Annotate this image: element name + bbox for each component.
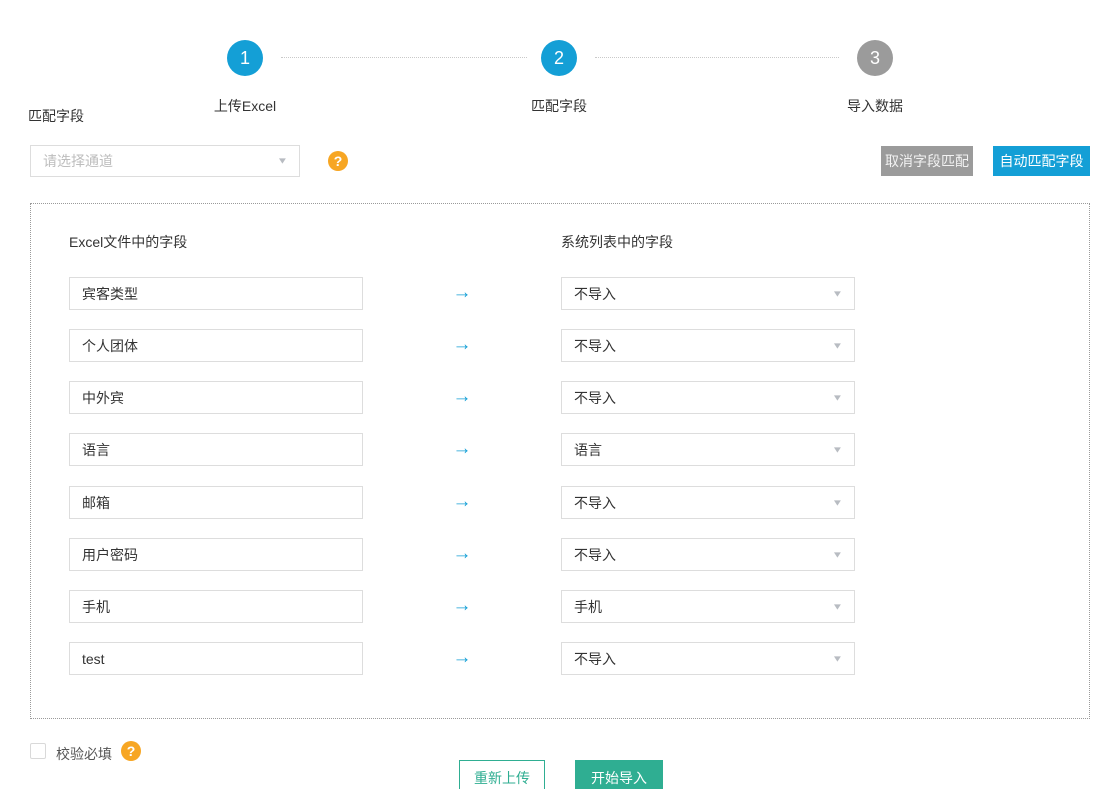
system-field-select[interactable]: 手机 ▼ bbox=[561, 590, 855, 623]
mapping-row: 用户密码 → 不导入 ▼ bbox=[31, 538, 1089, 571]
excel-field-input[interactable]: 邮箱 bbox=[69, 486, 363, 519]
arrow-right-icon: → bbox=[450, 385, 474, 409]
step-connector-2 bbox=[595, 57, 839, 58]
reupload-button[interactable]: 重新上传 bbox=[459, 760, 545, 789]
system-field-value: 不导入 bbox=[574, 493, 616, 513]
start-import-button[interactable]: 开始导入 bbox=[575, 760, 663, 789]
mapping-row: 中外宾 → 不导入 ▼ bbox=[31, 381, 1089, 414]
arrow-right-icon: → bbox=[450, 437, 474, 461]
validate-required-help-icon[interactable]: ? bbox=[121, 741, 141, 761]
excel-field-input[interactable]: 手机 bbox=[69, 590, 363, 623]
excel-field-input[interactable]: 宾客类型 bbox=[69, 277, 363, 310]
arrow-right-icon: → bbox=[450, 594, 474, 618]
mapping-row: 宾客类型 → 不导入 ▼ bbox=[31, 277, 1089, 310]
excel-field-input[interactable]: 个人团体 bbox=[69, 329, 363, 362]
step-3-indicator: 3 bbox=[857, 40, 893, 76]
step-2-label: 匹配字段 bbox=[531, 96, 587, 116]
caret-down-icon: ▼ bbox=[832, 341, 844, 350]
excel-field-input[interactable]: 语言 bbox=[69, 433, 363, 466]
mapping-row: test → 不导入 ▼ bbox=[31, 642, 1089, 675]
system-field-value: 语言 bbox=[574, 440, 602, 460]
system-field-select[interactable]: 不导入 ▼ bbox=[561, 277, 855, 310]
caret-down-icon: ▼ bbox=[832, 602, 844, 611]
mapping-row: 邮箱 → 不导入 ▼ bbox=[31, 486, 1089, 519]
excel-field-input[interactable]: test bbox=[69, 642, 363, 675]
caret-down-icon: ▼ bbox=[832, 550, 844, 559]
caret-down-icon: ▼ bbox=[832, 654, 844, 663]
channel-select[interactable]: 请选择通道 ▼ bbox=[30, 145, 300, 177]
field-mapping-panel: Excel文件中的字段 系统列表中的字段 宾客类型 → 不导入 ▼ 个人团体 →… bbox=[30, 203, 1090, 719]
arrow-right-icon: → bbox=[450, 333, 474, 357]
step-connector-1 bbox=[281, 57, 527, 58]
excel-field-input[interactable]: 用户密码 bbox=[69, 538, 363, 571]
channel-help-icon[interactable]: ? bbox=[328, 151, 348, 171]
step-2-indicator: 2 bbox=[541, 40, 577, 76]
arrow-right-icon: → bbox=[450, 542, 474, 566]
caret-down-icon: ▼ bbox=[277, 157, 289, 166]
excel-fields-header: Excel文件中的字段 bbox=[69, 232, 187, 252]
system-field-value: 不导入 bbox=[574, 649, 616, 669]
excel-field-input[interactable]: 中外宾 bbox=[69, 381, 363, 414]
system-field-value: 不导入 bbox=[574, 284, 616, 304]
auto-match-fields-button[interactable]: 自动匹配字段 bbox=[993, 146, 1090, 176]
channel-select-placeholder: 请选择通道 bbox=[43, 151, 113, 171]
system-field-select[interactable]: 语言 ▼ bbox=[561, 433, 855, 466]
validate-required-checkbox[interactable] bbox=[30, 743, 46, 759]
caret-down-icon: ▼ bbox=[832, 445, 844, 454]
mapping-row: 个人团体 → 不导入 ▼ bbox=[31, 329, 1089, 362]
page-title: 匹配字段 bbox=[28, 106, 84, 126]
step-1-indicator: 1 bbox=[227, 40, 263, 76]
arrow-right-icon: → bbox=[450, 281, 474, 305]
system-field-select[interactable]: 不导入 ▼ bbox=[561, 538, 855, 571]
system-field-select[interactable]: 不导入 ▼ bbox=[561, 329, 855, 362]
system-field-select[interactable]: 不导入 ▼ bbox=[561, 381, 855, 414]
caret-down-icon: ▼ bbox=[832, 498, 844, 507]
system-field-select[interactable]: 不导入 ▼ bbox=[561, 642, 855, 675]
validate-required-label: 校验必填 bbox=[56, 744, 112, 764]
step-3-label: 导入数据 bbox=[847, 96, 903, 116]
system-field-value: 不导入 bbox=[574, 336, 616, 356]
system-field-select[interactable]: 不导入 ▼ bbox=[561, 486, 855, 519]
mapping-row: 手机 → 手机 ▼ bbox=[31, 590, 1089, 623]
mapping-row: 语言 → 语言 ▼ bbox=[31, 433, 1089, 466]
cancel-field-match-button[interactable]: 取消字段匹配 bbox=[881, 146, 973, 176]
caret-down-icon: ▼ bbox=[832, 393, 844, 402]
system-field-value: 不导入 bbox=[574, 388, 616, 408]
arrow-right-icon: → bbox=[450, 646, 474, 670]
system-field-value: 手机 bbox=[574, 597, 602, 617]
caret-down-icon: ▼ bbox=[832, 289, 844, 298]
arrow-right-icon: → bbox=[450, 490, 474, 514]
step-1-label: 上传Excel bbox=[214, 96, 276, 116]
system-fields-header: 系统列表中的字段 bbox=[561, 232, 673, 252]
system-field-value: 不导入 bbox=[574, 545, 616, 565]
